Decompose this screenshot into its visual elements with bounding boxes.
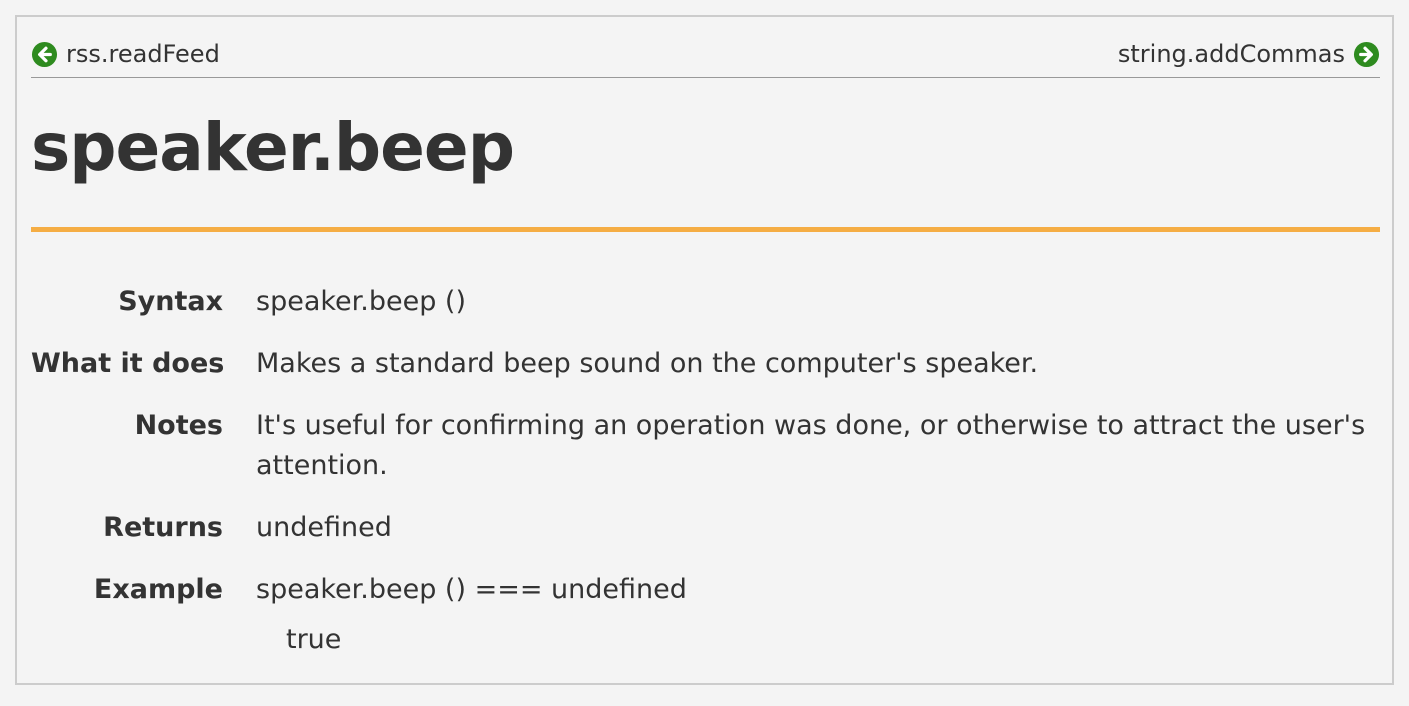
example-label: Example bbox=[93, 574, 223, 605]
example-result: true bbox=[286, 624, 342, 655]
arrow-right-circle-icon bbox=[1353, 41, 1380, 67]
syntax-row: Syntax speaker.beep () bbox=[31, 282, 1380, 322]
what-it-does-row: What it does Makes a standard beep sound… bbox=[31, 344, 1380, 384]
returns-row: Returns undefined bbox=[31, 508, 1380, 548]
prev-page-link[interactable]: rss.readFeed bbox=[31, 39, 220, 69]
prev-page-label: rss.readFeed bbox=[66, 40, 220, 68]
what-it-does-label: What it does bbox=[31, 348, 225, 379]
example-row: Example speaker.beep () === undefined tr… bbox=[31, 570, 1380, 660]
notes-label: Notes bbox=[134, 410, 223, 441]
example-value: speaker.beep () === undefined true bbox=[256, 570, 1380, 660]
arrow-left-circle-icon bbox=[31, 41, 58, 67]
doc-panel: rss.readFeed string.addCommas speaker.be… bbox=[15, 15, 1394, 685]
page-title: speaker.beep bbox=[31, 109, 515, 186]
notes-value: It's useful for confirming an operation … bbox=[256, 410, 1366, 481]
next-page-label: string.addCommas bbox=[1117, 40, 1345, 68]
next-page-link[interactable]: string.addCommas bbox=[1118, 39, 1380, 69]
returns-label: Returns bbox=[103, 512, 223, 543]
notes-row: Notes It's useful for confirming an oper… bbox=[31, 406, 1380, 486]
title-divider bbox=[31, 227, 1380, 232]
returns-value: undefined bbox=[256, 512, 392, 543]
example-code: speaker.beep () === undefined bbox=[256, 574, 687, 605]
what-it-does-value: Makes a standard beep sound on the compu… bbox=[256, 348, 1039, 379]
page-navigation: rss.readFeed string.addCommas bbox=[31, 39, 1380, 78]
doc-table: Syntax speaker.beep () What it does Make… bbox=[31, 282, 1380, 682]
syntax-value: speaker.beep () bbox=[256, 286, 467, 317]
syntax-label: Syntax bbox=[118, 286, 223, 317]
